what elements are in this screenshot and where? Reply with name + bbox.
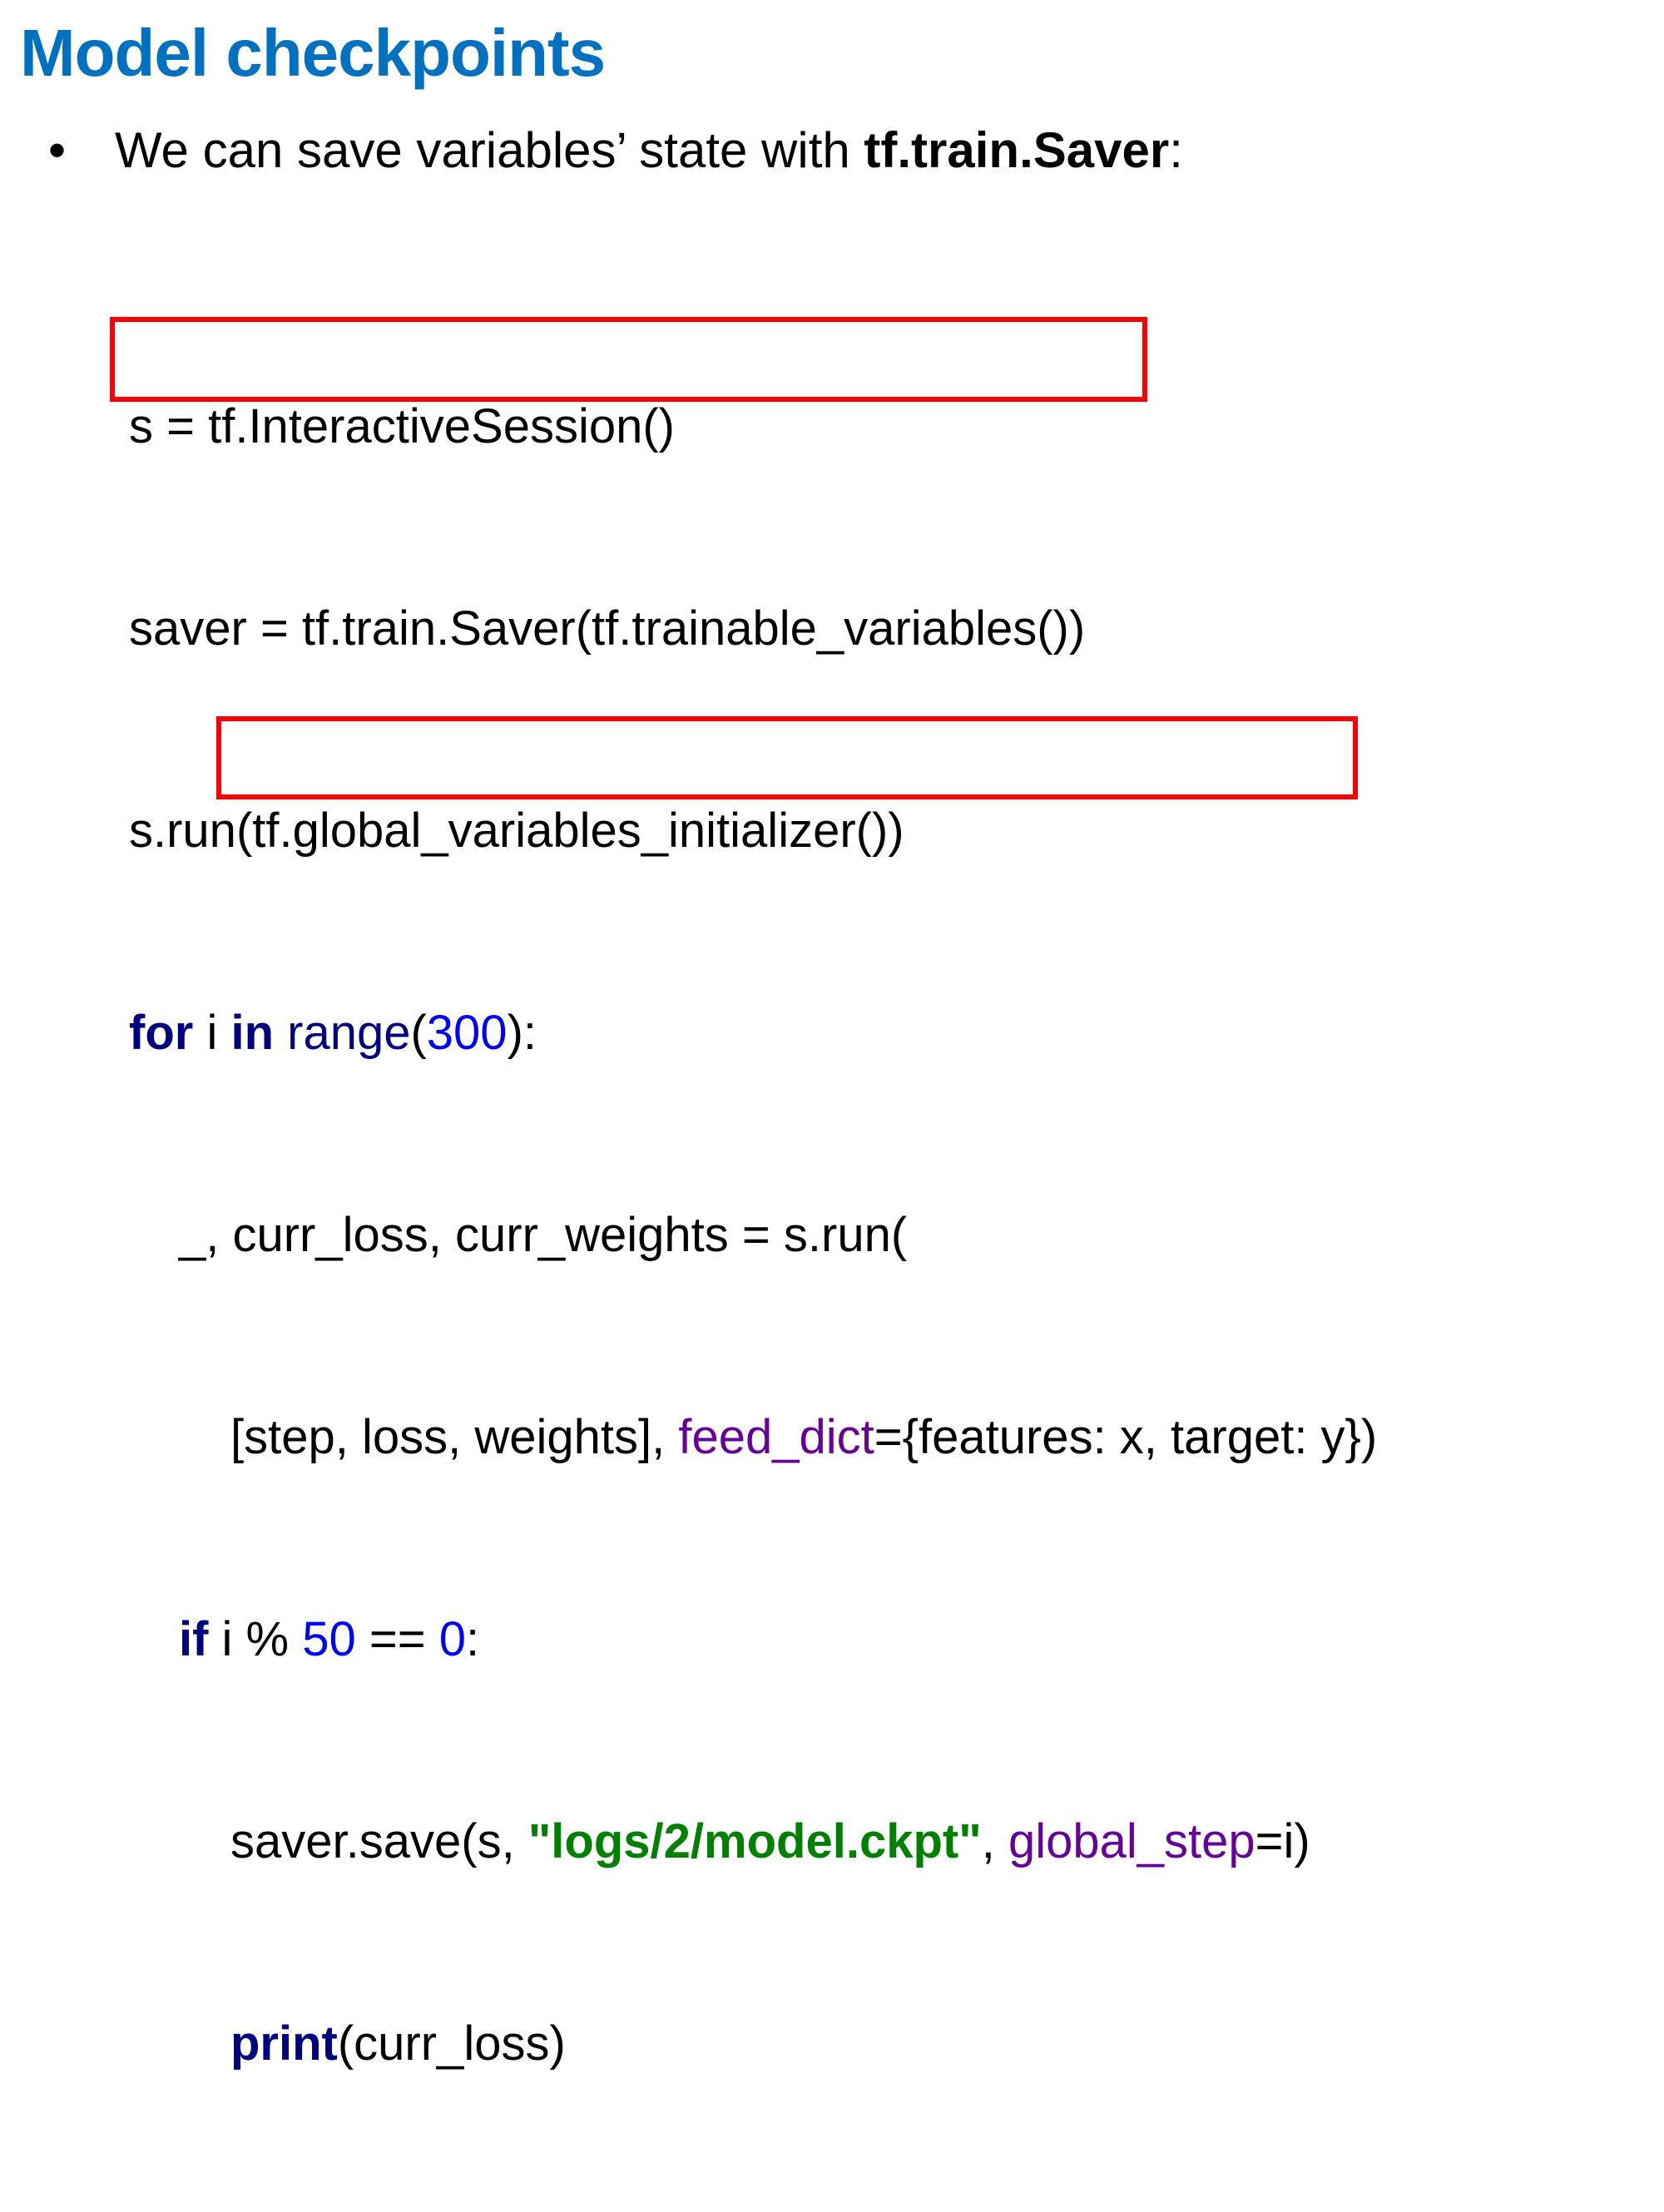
code-line-session: s = tf.InteractiveSession() [129, 399, 675, 453]
save-comma: , [981, 1814, 1008, 1868]
run-args-list: [step, loss, weights], [230, 1410, 679, 1464]
slide-title: Model checkpoints [20, 16, 606, 90]
number-50: 50 [302, 1612, 356, 1666]
highlight-box-saver [110, 317, 1147, 402]
code-line-run: _, curr_loss, curr_weights = s.run( [179, 1208, 908, 1262]
kwarg-global-step: global_step [1008, 1814, 1255, 1868]
code-line-save: saver.save(s, "logs/2/model.ckpt", globa… [129, 1808, 1377, 1875]
feed-dict-value: ={features: x, target: y}) [874, 1410, 1378, 1464]
if-expr: i % [208, 1612, 303, 1666]
highlight-box-save [216, 716, 1358, 799]
bullet-text: We can save variables’ state with tf.tra… [115, 121, 1183, 179]
builtin-print: print [230, 2017, 338, 2071]
code-block: s = tf.InteractiveSession() saver = tf.t… [129, 258, 1377, 2212]
paren-open: ( [410, 1006, 427, 1060]
keyword-in: in [230, 1006, 274, 1060]
code-line-print: print(curr_loss) [129, 2010, 1377, 2077]
save-call: saver.save(s, [230, 1814, 528, 1868]
loop-var: i [193, 1006, 231, 1060]
code-line-if: if i % 50 == 0: [129, 1606, 1377, 1673]
keyword-for: for [129, 1006, 194, 1060]
bullet-text-bold: tf.train.Saver [864, 122, 1170, 178]
code-line-for-loop: for i in range(300): [129, 999, 1377, 1066]
bullet-text-plain: We can save variables’ state with [115, 122, 864, 178]
number-300: 300 [426, 1006, 508, 1060]
code-line-init: s.run(tf.global_variables_initializer()) [129, 804, 904, 858]
number-0: 0 [438, 1612, 467, 1666]
bullet-text-colon: : [1169, 122, 1183, 178]
global-step-value: =i) [1255, 1814, 1310, 1868]
paren-close: ): [507, 1006, 537, 1060]
string-ckpt-path: "logs/2/model.ckpt" [527, 1814, 982, 1868]
kwarg-feed-dict: feed_dict [678, 1410, 874, 1464]
bullet-marker: • [48, 122, 67, 178]
print-args: (curr_loss) [337, 2017, 566, 2071]
code-line-run-args: [step, loss, weights], feed_dict={featur… [129, 1403, 1377, 1471]
if-colon: : [466, 1612, 480, 1666]
slide: Model checkpoints • We can save variable… [0, 0, 1664, 2071]
code-line-saver: saver = tf.train.Saver(tf.trainable_vari… [129, 601, 1086, 656]
builtin-range: range [287, 1006, 411, 1060]
keyword-if: if [179, 1612, 209, 1666]
eq-op: == [355, 1612, 439, 1666]
